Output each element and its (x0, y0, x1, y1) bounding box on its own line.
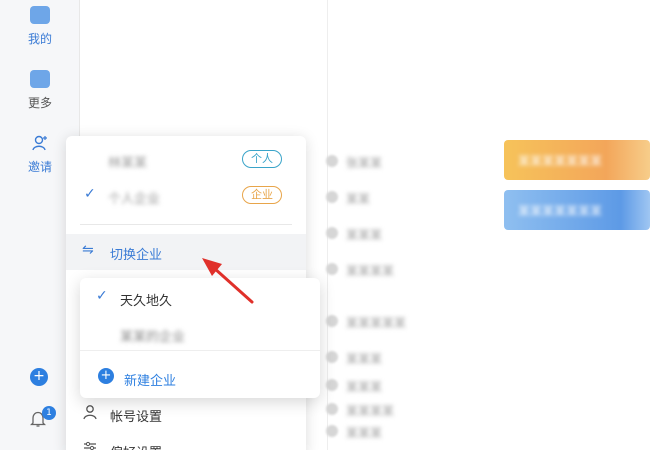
new-company-label: 新建企业 (124, 374, 177, 389)
company-name: 天久地久 (120, 294, 173, 309)
account-row-personal[interactable]: 林某某 个人 (66, 142, 306, 178)
avatar (326, 403, 338, 415)
avatar (326, 263, 338, 275)
avatar (326, 191, 338, 203)
menu-item-account-settings[interactable]: 帐号设置 (66, 398, 306, 430)
contact-list: 张某某 某某 某某某 某某某某 某某某某某 某某某 某某某 某某某某 某某某 (318, 140, 498, 440)
more-icon (30, 70, 50, 88)
swap-icon: ⇋ (82, 242, 94, 258)
avatar (326, 315, 338, 327)
account-type-badge: 个人 (242, 150, 282, 168)
plus-icon: + (98, 368, 114, 384)
switch-company-submenu: ✓ 天久地久 某某的企业 + 新建企业 (80, 278, 320, 398)
menu-item-label: 帐号设置 (110, 410, 163, 425)
company-option[interactable]: ✓ 天久地久 (80, 282, 320, 312)
add-icon[interactable]: + (30, 368, 48, 386)
new-company-button[interactable]: + 新建企业 (80, 362, 320, 392)
settings-icon (82, 440, 98, 450)
notification-badge: 1 (42, 406, 56, 420)
avatar (326, 379, 338, 391)
rail-item-more[interactable]: 更多 (0, 70, 80, 111)
avatar (326, 155, 338, 167)
user-icon (82, 404, 98, 424)
account-type-badge: 企业 (242, 186, 282, 204)
rail-item-mine[interactable]: 我的 (0, 6, 80, 47)
switch-company-label: 切换企业 (110, 248, 163, 263)
company-name: 某某的企业 (120, 330, 186, 345)
switch-company-item[interactable]: ⇋ 切换企业 (66, 234, 306, 270)
rail-item-label: 我的 (27, 32, 52, 46)
add-user-icon (32, 135, 47, 151)
avatar (326, 351, 338, 363)
check-icon: ✓ (84, 186, 96, 202)
banner-card[interactable]: 某某某某某某某 (504, 140, 650, 180)
account-name: 个人企业 (108, 192, 161, 207)
account-name: 林某某 (108, 156, 148, 171)
rail-item-label: 更多 (27, 96, 52, 110)
account-row-company[interactable]: ✓ 个人企业 企业 (66, 178, 306, 214)
banner-card[interactable]: 某某某某某某某 (504, 190, 650, 230)
menu-item-preferences[interactable]: 偏好设置 (66, 434, 306, 450)
check-icon: ✓ (96, 288, 108, 304)
company-option[interactable]: 某某的企业 (80, 318, 320, 348)
avatar (326, 227, 338, 239)
avatar (326, 425, 338, 437)
menu-item-label: 偏好设置 (110, 442, 162, 450)
monitor-icon (30, 6, 50, 24)
divider (80, 224, 292, 225)
divider (80, 350, 320, 351)
